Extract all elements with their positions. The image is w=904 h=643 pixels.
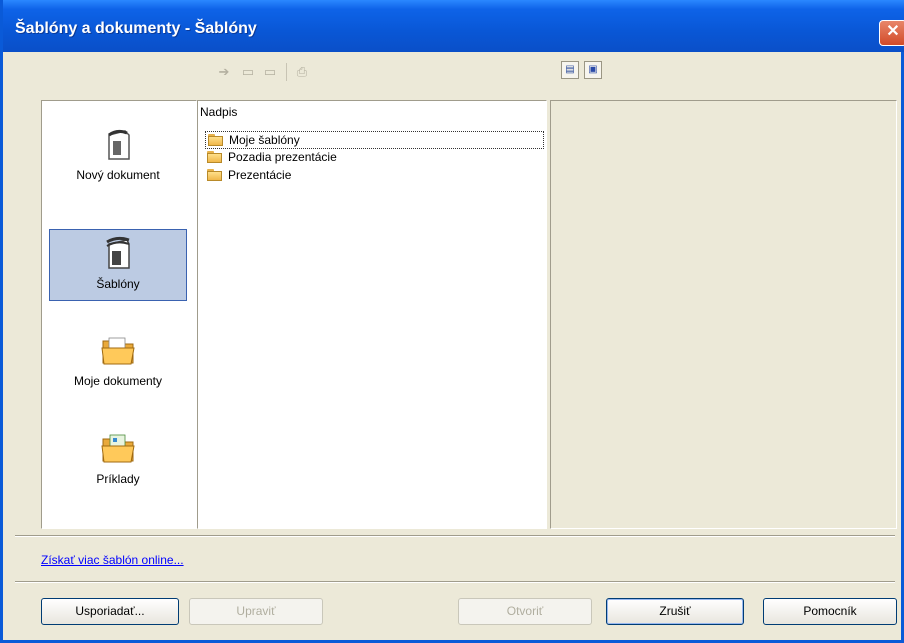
folder-icon bbox=[208, 134, 224, 146]
column-header-title[interactable]: Nadpis bbox=[200, 105, 237, 119]
nav-item-label: Nový dokument bbox=[76, 168, 160, 182]
nav-item-new-document[interactable]: Nový dokument bbox=[49, 121, 187, 193]
close-button[interactable]: ✕ bbox=[879, 20, 904, 46]
list-item-label: Moje šablóny bbox=[229, 133, 300, 147]
nav-item-label: Šablóny bbox=[96, 277, 140, 291]
help-button[interactable]: Pomocník bbox=[763, 598, 897, 625]
nav-item-my-documents[interactable]: Moje dokumenty bbox=[49, 327, 187, 399]
category-panel: Nový dokument Šablóny Moje dokumenty Prí… bbox=[41, 100, 197, 529]
edit-button[interactable]: Upraviť bbox=[189, 598, 323, 625]
templates-dialog: Šablóny a dokumenty - Šablóny ✕ ➔ ▭ ▭ ⎙ … bbox=[0, 0, 904, 643]
title-bar[interactable]: Šablóny a dokumenty - Šablóny ✕ bbox=[3, 0, 904, 52]
print-icon[interactable]: ⎙ bbox=[293, 64, 311, 80]
window-title: Šablóny a dokumenty - Šablóny bbox=[15, 20, 257, 37]
nav-item-label: Príklady bbox=[96, 472, 140, 486]
divider bbox=[15, 535, 895, 537]
preview-pane bbox=[550, 100, 897, 529]
list-item[interactable]: Prezentácie bbox=[205, 167, 544, 185]
get-more-templates-link[interactable]: Získať viac šablón online... bbox=[41, 553, 184, 567]
nav-item-label: Moje dokumenty bbox=[73, 374, 163, 388]
new-document-icon bbox=[108, 129, 130, 160]
toolbar-separator bbox=[286, 63, 287, 81]
list-item[interactable]: Pozadia prezentácie bbox=[205, 149, 544, 167]
examples-folder-icon bbox=[101, 434, 135, 463]
list-item-label: Prezentácie bbox=[228, 168, 292, 182]
template-list[interactable]: Nadpis Moje šablóny Pozadia prezentácie … bbox=[197, 100, 547, 529]
cancel-button[interactable]: Zrušiť bbox=[606, 598, 744, 625]
folder-up-icon-secondary[interactable]: ▭ bbox=[261, 64, 279, 80]
folder-icon bbox=[207, 169, 223, 181]
folder-up-icon[interactable]: ▭ bbox=[239, 64, 257, 80]
back-arrow-icon[interactable]: ➔ bbox=[215, 64, 233, 80]
list-item-label: Pozadia prezentácie bbox=[228, 150, 337, 164]
open-button[interactable]: Otvoriť bbox=[458, 598, 592, 625]
nav-item-templates[interactable]: Šablóny bbox=[49, 229, 187, 301]
list-item[interactable]: Moje šablóny bbox=[205, 131, 544, 149]
divider bbox=[15, 581, 895, 583]
folder-icon bbox=[207, 151, 223, 163]
organize-button[interactable]: Usporiadať... bbox=[41, 598, 179, 625]
nav-item-examples[interactable]: Príklady bbox=[49, 425, 187, 497]
templates-icon bbox=[106, 236, 130, 269]
document-view-icon[interactable]: ▤ bbox=[561, 61, 579, 79]
preview-view-icon[interactable]: ▣ bbox=[584, 61, 602, 79]
my-documents-folder-icon bbox=[101, 337, 135, 365]
